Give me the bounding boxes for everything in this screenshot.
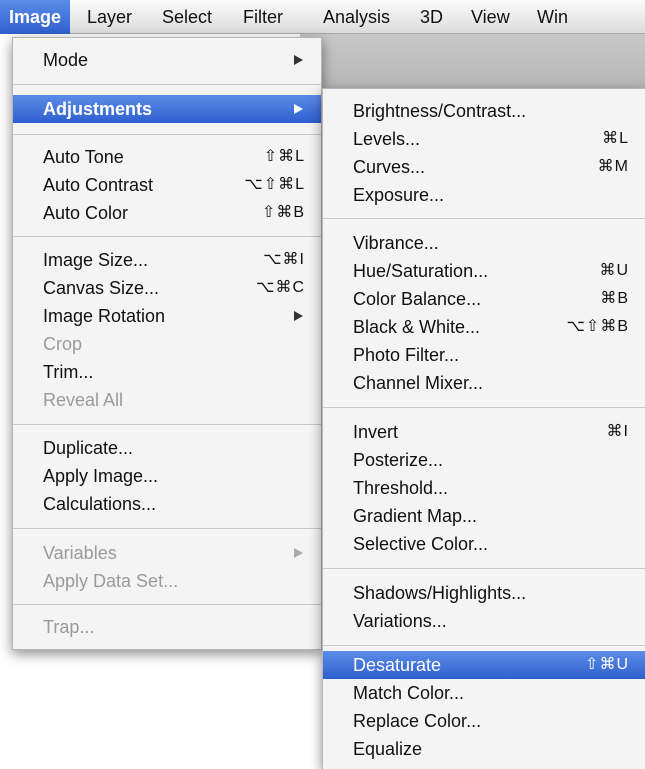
shortcut-text: ⇧⌘U — [585, 656, 629, 673]
menu-separator — [323, 407, 645, 408]
shortcut-text: ⇧⌘B — [261, 204, 305, 221]
menubar-layer[interactable]: Layer — [78, 0, 141, 34]
menu-item-color-balance[interactable]: Color Balance... ⌘B — [323, 285, 645, 313]
menu-item-crop: Crop — [43, 334, 83, 354]
menu-item-channel-mixer[interactable]: Channel Mixer... — [323, 369, 645, 397]
adjustments-submenu: Brightness/Contrast... Levels... ⌘L Curv… — [322, 88, 645, 769]
submenu-arrow-icon — [294, 55, 303, 65]
menu-item-adjustments[interactable]: Adjustments — [13, 95, 321, 123]
menu-item-replace-color[interactable]: Replace Color... — [323, 707, 645, 735]
menu-separator — [13, 84, 321, 85]
menubar-analysis[interactable]: Analysis — [314, 0, 399, 34]
menu-item-photo-filter[interactable]: Photo Filter... — [323, 341, 645, 369]
shortcut-text: ⌘I — [606, 423, 629, 440]
menu-item-reveal-all: Reveal All — [43, 390, 124, 410]
menu-item-trim[interactable]: Trim... — [13, 358, 321, 386]
menu-item-invert[interactable]: Invert ⌘I — [323, 418, 645, 446]
menu-item-brightness-contrast[interactable]: Brightness/Contrast... — [323, 97, 645, 125]
menu-item-vibrance[interactable]: Vibrance... — [323, 229, 645, 257]
menu-item-exposure[interactable]: Exposure... — [323, 181, 645, 209]
menu-item-mode[interactable]: Mode — [13, 46, 321, 74]
shortcut-text: ⌥⇧⌘B — [566, 318, 629, 335]
menubar-select[interactable]: Select — [153, 0, 221, 34]
menu-item-levels[interactable]: Levels... ⌘L — [323, 125, 645, 153]
menubar-window[interactable]: Win — [528, 0, 577, 34]
menu-item-selective-color[interactable]: Selective Color... — [323, 530, 645, 558]
menubar-image[interactable]: Image — [0, 0, 71, 34]
image-menu: Mode Adjustments Auto Tone ⇧⌘L Auto Cont… — [12, 37, 322, 650]
menu-item-canvas-size[interactable]: Canvas Size... ⌥⌘C — [13, 274, 321, 302]
menu-item-calculations[interactable]: Calculations... — [13, 490, 321, 518]
menu-separator — [13, 236, 321, 237]
menu-item-apply-data-set: Apply Data Set... — [43, 571, 179, 591]
menu-separator — [13, 134, 321, 135]
menu-item-shadows-highlights[interactable]: Shadows/Highlights... — [323, 579, 645, 607]
menu-item-gradient-map[interactable]: Gradient Map... — [323, 502, 645, 530]
menu-separator — [13, 528, 321, 529]
menu-item-auto-contrast[interactable]: Auto Contrast ⌥⇧⌘L — [13, 171, 321, 199]
menu-separator — [323, 218, 645, 219]
submenu-arrow-icon — [294, 104, 303, 114]
shortcut-text: ⌥⌘C — [256, 279, 305, 296]
menu-item-hue-saturation[interactable]: Hue/Saturation... ⌘U — [323, 257, 645, 285]
submenu-arrow-icon — [294, 311, 303, 321]
menu-item-image-size[interactable]: Image Size... ⌥⌘I — [13, 246, 321, 274]
menu-item-desaturate[interactable]: Desaturate ⇧⌘U — [323, 651, 645, 679]
menubar-3d[interactable]: 3D — [411, 0, 452, 34]
menu-item-threshold[interactable]: Threshold... — [323, 474, 645, 502]
menu-item-equalize[interactable]: Equalize — [323, 735, 645, 763]
submenu-arrow-icon — [294, 548, 303, 558]
shortcut-text: ⌘U — [599, 262, 629, 279]
menu-separator — [13, 424, 321, 425]
menu-item-apply-image[interactable]: Apply Image... — [13, 462, 321, 490]
menu-item-trap: Trap... — [43, 617, 95, 637]
menu-item-auto-tone[interactable]: Auto Tone ⇧⌘L — [13, 143, 321, 171]
menu-separator — [323, 568, 645, 569]
menu-item-posterize[interactable]: Posterize... — [323, 446, 645, 474]
shortcut-text: ⌥⌘I — [263, 251, 305, 268]
app-background — [300, 34, 645, 94]
menu-item-curves[interactable]: Curves... ⌘M — [323, 153, 645, 181]
shortcut-text: ⌘M — [597, 158, 629, 175]
shortcut-text: ⇧⌘L — [263, 148, 305, 165]
menu-bar: Image Layer Select Filter Analysis 3D Vi… — [0, 0, 645, 34]
menu-item-black-white[interactable]: Black & White... ⌥⇧⌘B — [323, 313, 645, 341]
shortcut-text: ⌘B — [600, 290, 629, 307]
menu-item-image-rotation[interactable]: Image Rotation — [13, 302, 321, 330]
menu-item-duplicate[interactable]: Duplicate... — [13, 434, 321, 462]
shortcut-text: ⌥⇧⌘L — [244, 176, 305, 193]
menu-item-variations[interactable]: Variations... — [323, 607, 645, 635]
menu-item-variables: Variables — [13, 539, 321, 567]
menu-separator — [323, 645, 645, 646]
menu-item-auto-color[interactable]: Auto Color ⇧⌘B — [13, 199, 321, 227]
menu-separator — [13, 604, 321, 605]
shortcut-text: ⌘L — [602, 130, 629, 147]
menu-item-match-color[interactable]: Match Color... — [323, 679, 645, 707]
menubar-view[interactable]: View — [462, 0, 519, 34]
menubar-filter[interactable]: Filter — [234, 0, 292, 34]
